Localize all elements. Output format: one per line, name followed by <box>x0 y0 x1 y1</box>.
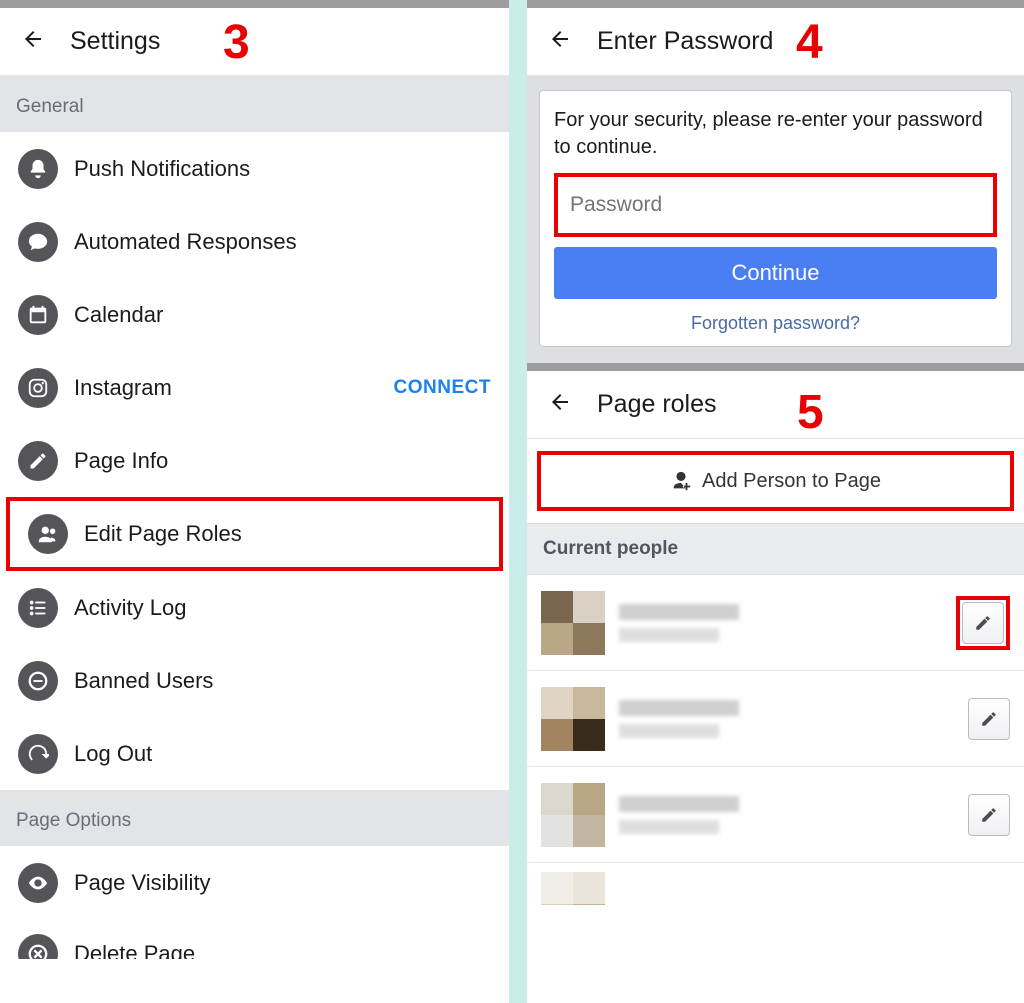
settings-item-delete-page[interactable]: Delete Page <box>0 919 509 959</box>
highlight-password-input <box>554 173 997 237</box>
item-label: Edit Page Roles <box>84 521 481 547</box>
avatar <box>541 591 605 655</box>
minus-circle-icon <box>18 661 58 701</box>
settings-item-page-visibility[interactable]: Page Visibility <box>0 846 509 919</box>
continue-button[interactable]: Continue <box>554 247 997 299</box>
avatar <box>541 783 605 847</box>
arrow-left-icon <box>548 27 572 51</box>
password-card: For your security, please re-enter your … <box>539 90 1012 347</box>
item-label: Delete Page <box>74 941 491 959</box>
section-page-options: Page Options <box>0 790 509 846</box>
item-label: Banned Users <box>74 668 491 694</box>
settings-header: Settings <box>0 8 509 76</box>
settings-item-instagram[interactable]: Instagram CONNECT <box>0 351 509 424</box>
connect-button[interactable]: CONNECT <box>394 377 491 399</box>
step-number-5: 5 <box>797 385 824 440</box>
settings-item-log-out[interactable]: Log Out <box>0 717 509 790</box>
settings-item-activity-log[interactable]: Activity Log <box>0 571 509 644</box>
settings-item-banned-users[interactable]: Banned Users <box>0 644 509 717</box>
page-roles-header: Page roles <box>527 371 1024 439</box>
back-button[interactable] <box>18 27 48 56</box>
password-header: Enter Password <box>527 8 1024 76</box>
people-icon <box>28 514 68 554</box>
status-bar <box>527 0 1024 8</box>
highlight-edit-person <box>956 596 1010 650</box>
calendar-icon <box>18 295 58 335</box>
avatar <box>541 872 605 905</box>
item-label: Page Visibility <box>74 870 491 896</box>
item-label: Push Notifications <box>74 156 491 182</box>
person-add-icon <box>670 470 692 492</box>
step-number-4: 4 <box>796 15 823 70</box>
list-icon <box>18 588 58 628</box>
instagram-icon <box>18 368 58 408</box>
highlight-add-person: Add Person to Page <box>537 451 1014 511</box>
item-label: Activity Log <box>74 595 491 621</box>
settings-item-edit-page-roles[interactable]: Edit Page Roles <box>10 501 499 567</box>
arrow-left-icon <box>21 27 45 51</box>
back-button[interactable] <box>545 390 575 419</box>
page-roles-screen: Add Person to Page Current people <box>527 451 1024 905</box>
pencil-icon <box>974 614 992 632</box>
add-person-label: Add Person to Page <box>702 470 881 493</box>
chat-icon <box>18 222 58 262</box>
section-general: General <box>0 76 509 132</box>
settings-item-automated-responses[interactable]: Automated Responses <box>0 205 509 278</box>
eye-icon <box>18 863 58 903</box>
settings-screen: Settings 3 General Push Notifications Au… <box>0 0 509 1003</box>
page-title: Page roles <box>597 390 717 419</box>
item-label: Page Info <box>74 448 491 474</box>
logout-icon <box>18 734 58 774</box>
x-circle-icon <box>18 934 58 959</box>
person-row[interactable] <box>527 575 1024 671</box>
settings-item-push-notifications[interactable]: Push Notifications <box>0 132 509 205</box>
back-button[interactable] <box>545 27 575 56</box>
item-label: Log Out <box>74 741 491 767</box>
person-row[interactable] <box>527 863 1024 905</box>
pencil-icon <box>18 441 58 481</box>
person-row[interactable] <box>527 767 1024 863</box>
avatar <box>541 687 605 751</box>
edit-person-button[interactable] <box>962 602 1004 644</box>
person-meta <box>619 700 968 738</box>
forgotten-password-link[interactable]: Forgotten password? <box>554 313 997 334</box>
item-label: Calendar <box>74 302 491 328</box>
edit-person-button[interactable] <box>968 698 1010 740</box>
pencil-icon <box>980 710 998 728</box>
highlight-edit-page-roles: Edit Page Roles <box>6 497 503 571</box>
person-meta <box>619 604 956 642</box>
status-bar <box>0 0 509 8</box>
bell-icon <box>18 149 58 189</box>
person-row[interactable] <box>527 671 1024 767</box>
settings-item-calendar[interactable]: Calendar <box>0 278 509 351</box>
settings-item-page-info[interactable]: Page Info <box>0 424 509 497</box>
step-number-3: 3 <box>223 15 250 70</box>
page-title: Enter Password <box>597 27 773 56</box>
pencil-icon <box>980 806 998 824</box>
item-label: Automated Responses <box>74 229 491 255</box>
status-bar <box>527 363 1024 371</box>
arrow-left-icon <box>548 390 572 414</box>
password-input[interactable] <box>558 177 993 233</box>
item-label: Instagram <box>74 375 394 401</box>
password-area: For your security, please re-enter your … <box>527 76 1024 363</box>
page-title: Settings <box>70 27 160 56</box>
person-meta <box>619 796 968 834</box>
edit-person-button[interactable] <box>968 794 1010 836</box>
add-person-button[interactable]: Add Person to Page <box>537 451 1014 511</box>
current-people-header: Current people <box>527 523 1024 575</box>
right-column: Enter Password 4 For your security, plea… <box>527 0 1024 1003</box>
password-message: For your security, please re-enter your … <box>554 107 997 161</box>
